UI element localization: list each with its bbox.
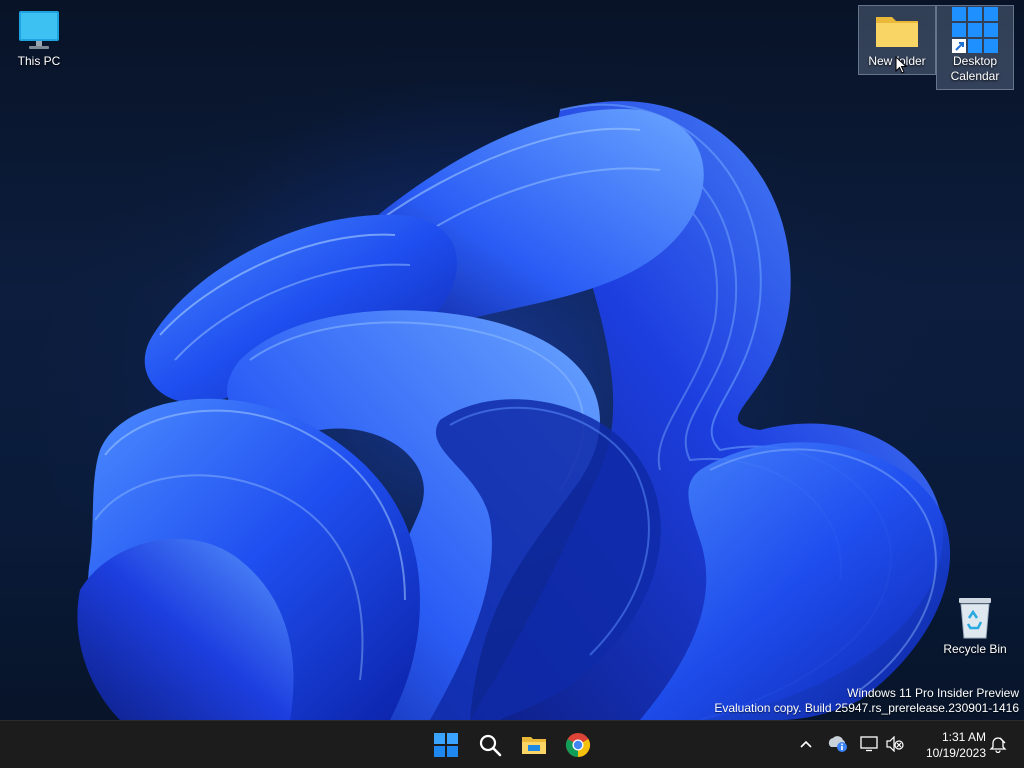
- folder-icon: [873, 6, 921, 54]
- watermark-edition: Windows 11 Pro Insider Preview: [847, 686, 1019, 700]
- file-explorer-icon: [522, 737, 546, 754]
- monitor-icon: [15, 6, 63, 54]
- chrome-icon: [565, 733, 591, 757]
- wallpaper-bloom: [40, 40, 1000, 720]
- mouse-cursor: [895, 56, 907, 74]
- display-icon: [860, 736, 878, 752]
- desktop-icon-this-pc[interactable]: This PC: [1, 6, 77, 69]
- watermark-build: Evaluation copy. Build 25947.rs_prerelea…: [714, 701, 1019, 715]
- taskbar-clock[interactable]: 1:31 AM 10/19/2023: [912, 729, 986, 761]
- start-button[interactable]: [426, 725, 466, 765]
- file-explorer-button[interactable]: [514, 725, 554, 765]
- desktop-icon-label: This PC: [17, 54, 61, 68]
- tray-network-info-button[interactable]: [825, 731, 851, 757]
- chrome-button[interactable]: [558, 725, 598, 765]
- notification-center-button[interactable]: [985, 731, 1011, 757]
- chevron-up-icon: [800, 740, 812, 748]
- desktop[interactable]: This PC New folder Desktop Calendar Recy…: [0, 0, 1024, 720]
- calendar-grid-icon: [951, 6, 999, 54]
- show-hidden-icons-button[interactable]: [793, 731, 819, 757]
- clock-time: 1:31 AM: [941, 730, 986, 744]
- tray-display-button[interactable]: [856, 731, 882, 757]
- desktop-icon-recycle-bin[interactable]: Recycle Bin: [937, 594, 1013, 657]
- tray-volume-button[interactable]: [882, 731, 908, 757]
- desktop-icon-label: Recycle Bin: [943, 642, 1007, 656]
- clock-date: 10/19/2023: [925, 746, 986, 760]
- network-info-icon: [828, 736, 847, 752]
- search-icon: [479, 734, 502, 757]
- desktop-icon-desktop-calendar[interactable]: Desktop Calendar: [936, 5, 1014, 90]
- windows-start-icon: [434, 733, 458, 757]
- recycle-bin-icon: [951, 594, 999, 642]
- evaluation-watermark: Windows 11 Pro Insider Preview Evaluatio…: [714, 686, 1019, 716]
- taskbar: 1:31 AM 10/19/2023: [0, 720, 1024, 768]
- notification-icon: [989, 737, 1007, 753]
- volume-muted-icon: [886, 736, 904, 752]
- desktop-icon-label: Desktop Calendar: [950, 54, 1000, 83]
- search-button[interactable]: [470, 725, 510, 765]
